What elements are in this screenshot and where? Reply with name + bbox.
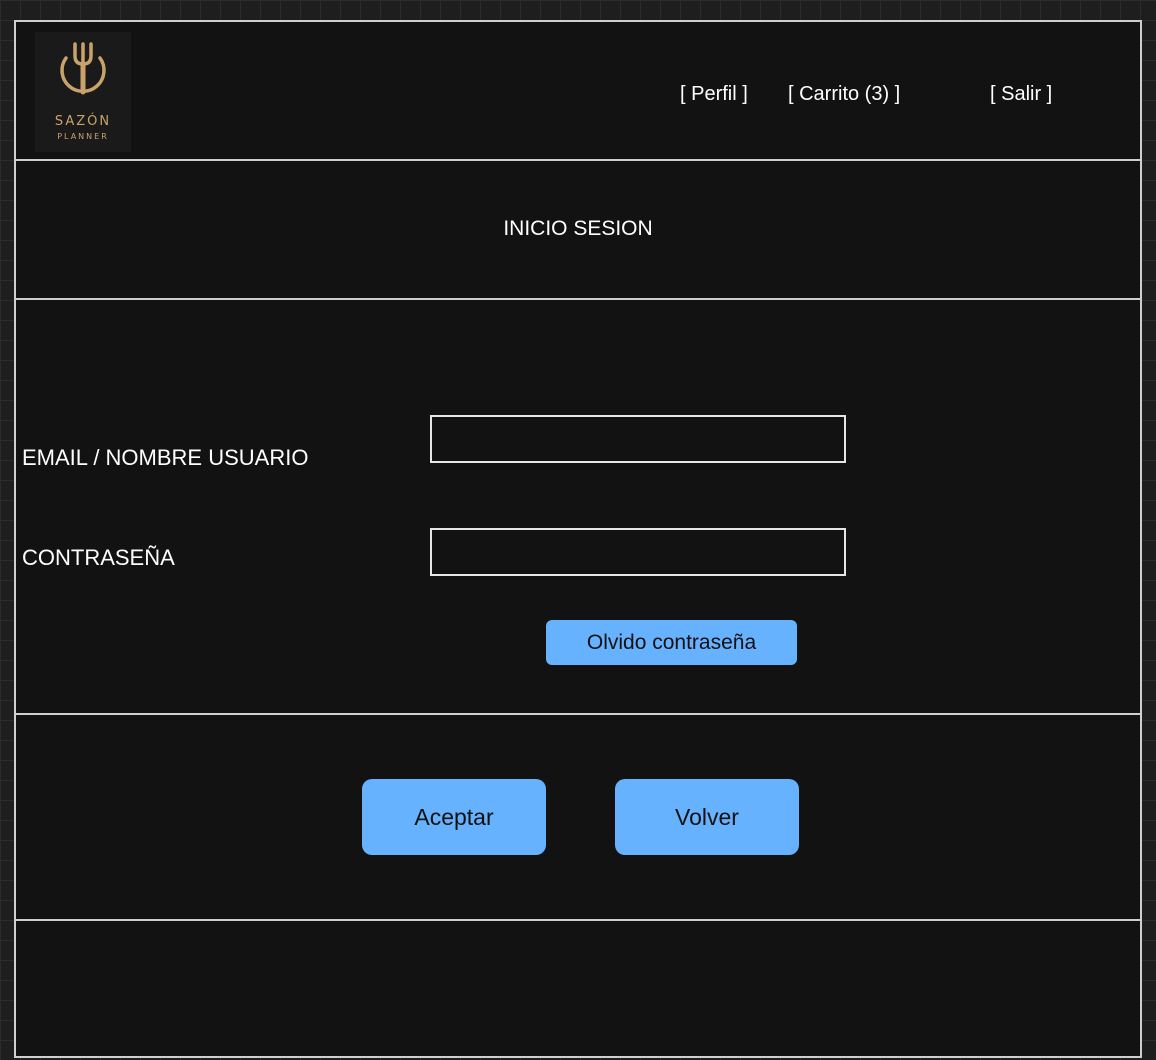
actions-section: Aceptar Volver [16, 715, 1140, 919]
nav-cart-link[interactable]: [ Carrito (3) ] [788, 83, 900, 106]
nav-profile-link[interactable]: [ Perfil ] [680, 83, 748, 106]
nav-logout-link[interactable]: [ Salir ] [990, 83, 1052, 106]
app-frame: SAZÓN PLANNER [ Perfil ] [ Carrito (3) ]… [14, 20, 1142, 1058]
footer [16, 921, 1140, 1058]
password-label: CONTRASEÑA [22, 545, 175, 570]
password-field[interactable] [430, 528, 846, 576]
page-title: INICIO SESION [503, 217, 653, 240]
fork-plate-icon [60, 42, 106, 95]
title-section: INICIO SESION [16, 161, 1140, 298]
accept-button[interactable]: Aceptar [362, 779, 546, 855]
back-button[interactable]: Volver [615, 779, 799, 855]
email-label: EMAIL / NOMBRE USUARIO [22, 445, 309, 470]
logo-wordmark: SAZÓN [54, 114, 112, 129]
logo: SAZÓN PLANNER [35, 32, 131, 152]
header: SAZÓN PLANNER [ Perfil ] [ Carrito (3) ]… [16, 22, 1140, 159]
login-form: EMAIL / NOMBRE USUARIO CONTRASEÑA Olvido… [16, 300, 1140, 713]
forgot-password-button[interactable]: Olvido contraseña [546, 620, 797, 665]
logo-subtitle: PLANNER [57, 132, 109, 141]
email-field[interactable] [430, 415, 846, 463]
